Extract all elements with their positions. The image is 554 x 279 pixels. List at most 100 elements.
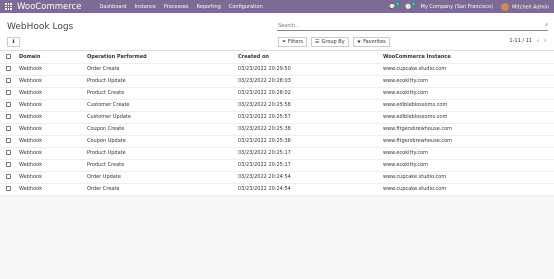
row-select-cell: [0, 171, 19, 184]
user-name: Mitchell Admin: [512, 4, 549, 10]
row-checkbox[interactable]: [6, 174, 11, 179]
cell-operation: Customer Create: [87, 99, 238, 112]
cell-created-on: 03/23/2022 20:28:02: [238, 87, 383, 100]
search-icon[interactable]: ⌕: [545, 22, 548, 28]
cell-domain: Webhook: [19, 63, 87, 76]
pager: 1-11 / 11 ‹ ›: [509, 38, 546, 44]
next-page-icon[interactable]: ›: [544, 38, 546, 44]
menu-dashboard[interactable]: Dashboard: [99, 4, 126, 10]
activity-icon[interactable]: 🕒 5: [405, 1, 416, 10]
cell-domain: Webhook: [19, 111, 87, 124]
column-created-on[interactable]: Created on: [238, 51, 383, 64]
cell-created-on: 03/23/2022 20:25:17: [238, 159, 383, 172]
activity-badge: 5: [411, 1, 416, 6]
select-all-cell: [0, 51, 19, 64]
control-panel: WebHook Logs ⌕ ⬇ ⏷Filters ☰Group By ★Fav…: [0, 13, 554, 51]
row-select-cell: [0, 63, 19, 76]
cell-operation: Customer Update: [87, 111, 238, 124]
main-menu: Dashboard Instance Processes Reporting C…: [99, 4, 262, 10]
cell-domain: Webhook: [19, 159, 87, 172]
row-checkbox[interactable]: [6, 186, 11, 191]
cell-created-on: 03/23/2022 20:25:58: [238, 99, 383, 112]
row-select-cell: [0, 147, 19, 160]
column-instance[interactable]: WooCommerce Instance: [383, 51, 554, 64]
row-checkbox[interactable]: [6, 126, 11, 131]
cell-instance: www.ecokitty.com: [383, 159, 554, 172]
cell-instance: www.fitgersbrewhouse.com: [383, 135, 554, 148]
row-select-cell: [0, 135, 19, 148]
avatar: [501, 2, 510, 11]
row-checkbox[interactable]: [6, 114, 11, 119]
cell-domain: Webhook: [19, 183, 87, 196]
search-bar: ⌕: [277, 22, 548, 31]
apps-grid-icon[interactable]: [5, 3, 12, 10]
select-all-checkbox[interactable]: [6, 53, 11, 59]
previous-page-icon[interactable]: ‹: [537, 38, 539, 44]
row-select-cell: [0, 75, 19, 88]
cell-operation: Product Create: [87, 159, 238, 172]
table-row[interactable]: Webhook Product Update 03/23/2022 20:25:17…: [0, 147, 554, 160]
column-operation[interactable]: Operation Performed: [87, 51, 238, 64]
table-header-row: Domain Operation Performed Created on Wo…: [0, 51, 554, 64]
app-brand[interactable]: WooCommerce: [17, 2, 81, 12]
row-checkbox[interactable]: [6, 66, 11, 71]
cell-instance: www.cupcake.studio.com: [383, 63, 554, 76]
search-options: ⏷ Filters ☰ Group By ★ Favorites: [278, 37, 390, 47]
row-checkbox[interactable]: [6, 138, 11, 143]
menu-configuration[interactable]: Configuration: [229, 4, 263, 10]
favorites-button[interactable]: ★ Favorites: [352, 37, 390, 47]
row-select-cell: [0, 111, 19, 124]
row-checkbox[interactable]: [6, 162, 11, 167]
row-checkbox[interactable]: [6, 150, 11, 155]
row-checkbox[interactable]: [6, 90, 11, 95]
table-row[interactable]: Webhook Customer Update 03/23/2022 20:25:5…: [0, 111, 554, 124]
table-row[interactable]: Webhook Order Create 03/23/2022 20:29:50 ww…: [0, 63, 554, 76]
row-checkbox[interactable]: [6, 78, 11, 83]
star-icon: ★: [356, 39, 362, 45]
download-button[interactable]: ⬇: [7, 37, 20, 47]
table-row[interactable]: Webhook Product Create 03/23/2022 20:25:17…: [0, 159, 554, 172]
cell-operation: Product Update: [87, 147, 238, 160]
table-row[interactable]: Webhook Order Update 03/23/2022 20:24:54 ww…: [0, 171, 554, 184]
company-switcher[interactable]: My Company (San Francisco): [421, 4, 494, 10]
cell-created-on: 03/23/2022 20:24:54: [238, 171, 383, 184]
row-select-cell: [0, 123, 19, 136]
cell-operation: Order Update: [87, 171, 238, 184]
filters-button[interactable]: ⏷ Filters: [278, 37, 308, 47]
column-domain[interactable]: Domain: [19, 51, 87, 64]
cell-instance: www.cupcake.studio.com: [383, 183, 554, 196]
group-by-button[interactable]: ☰ Group By: [311, 37, 349, 47]
cell-domain: Webhook: [19, 75, 87, 88]
user-menu[interactable]: Mitchell Admin: [501, 2, 549, 11]
table-row[interactable]: Webhook Coupon Update 03/23/2022 20:25:38 w…: [0, 135, 554, 148]
pager-value[interactable]: 1-11 / 11: [509, 38, 532, 44]
menu-instance[interactable]: Instance: [135, 4, 156, 10]
cell-domain: Webhook: [19, 99, 87, 112]
cell-created-on: 03/23/2022 20:29:50: [238, 63, 383, 76]
cell-operation: Order Create: [87, 63, 238, 76]
cell-domain: Webhook: [19, 87, 87, 100]
row-checkbox[interactable]: [6, 102, 11, 107]
layers-icon: ☰: [315, 39, 320, 45]
table-row[interactable]: Webhook Product Update 03/23/2022 20:28:03…: [0, 75, 554, 88]
cell-instance: www.ecokitty.com: [383, 75, 554, 88]
cell-created-on: 03/23/2022 20:25:57: [238, 111, 383, 124]
menu-reporting[interactable]: Reporting: [197, 4, 221, 10]
cell-instance: www.ecokitty.com: [383, 147, 554, 160]
cell-domain: Webhook: [19, 147, 87, 160]
table-row[interactable]: Webhook Product Create 03/23/2022 20:28:02…: [0, 87, 554, 100]
cell-operation: Coupon Create: [87, 123, 238, 136]
search-input[interactable]: [277, 22, 548, 30]
chat-icon[interactable]: 💬 5: [389, 1, 400, 10]
group-by-label: Group By: [321, 39, 345, 45]
cell-created-on: 03/23/2022 20:28:03: [238, 75, 383, 88]
table-row[interactable]: Webhook Customer Create 03/23/2022 20:25:5…: [0, 99, 554, 112]
cell-operation: Order Create: [87, 183, 238, 196]
cell-domain: Webhook: [19, 171, 87, 184]
row-select-cell: [0, 159, 19, 172]
table-row[interactable]: Webhook Coupon Create 03/23/2022 20:25:38 w…: [0, 123, 554, 136]
cell-created-on: 03/23/2022 20:25:38: [238, 135, 383, 148]
menu-processes[interactable]: Processes: [164, 4, 189, 10]
filters-label: Filters: [288, 39, 304, 45]
table-row[interactable]: Webhook Order Create 03/23/2022 20:24:54 ww…: [0, 183, 554, 196]
